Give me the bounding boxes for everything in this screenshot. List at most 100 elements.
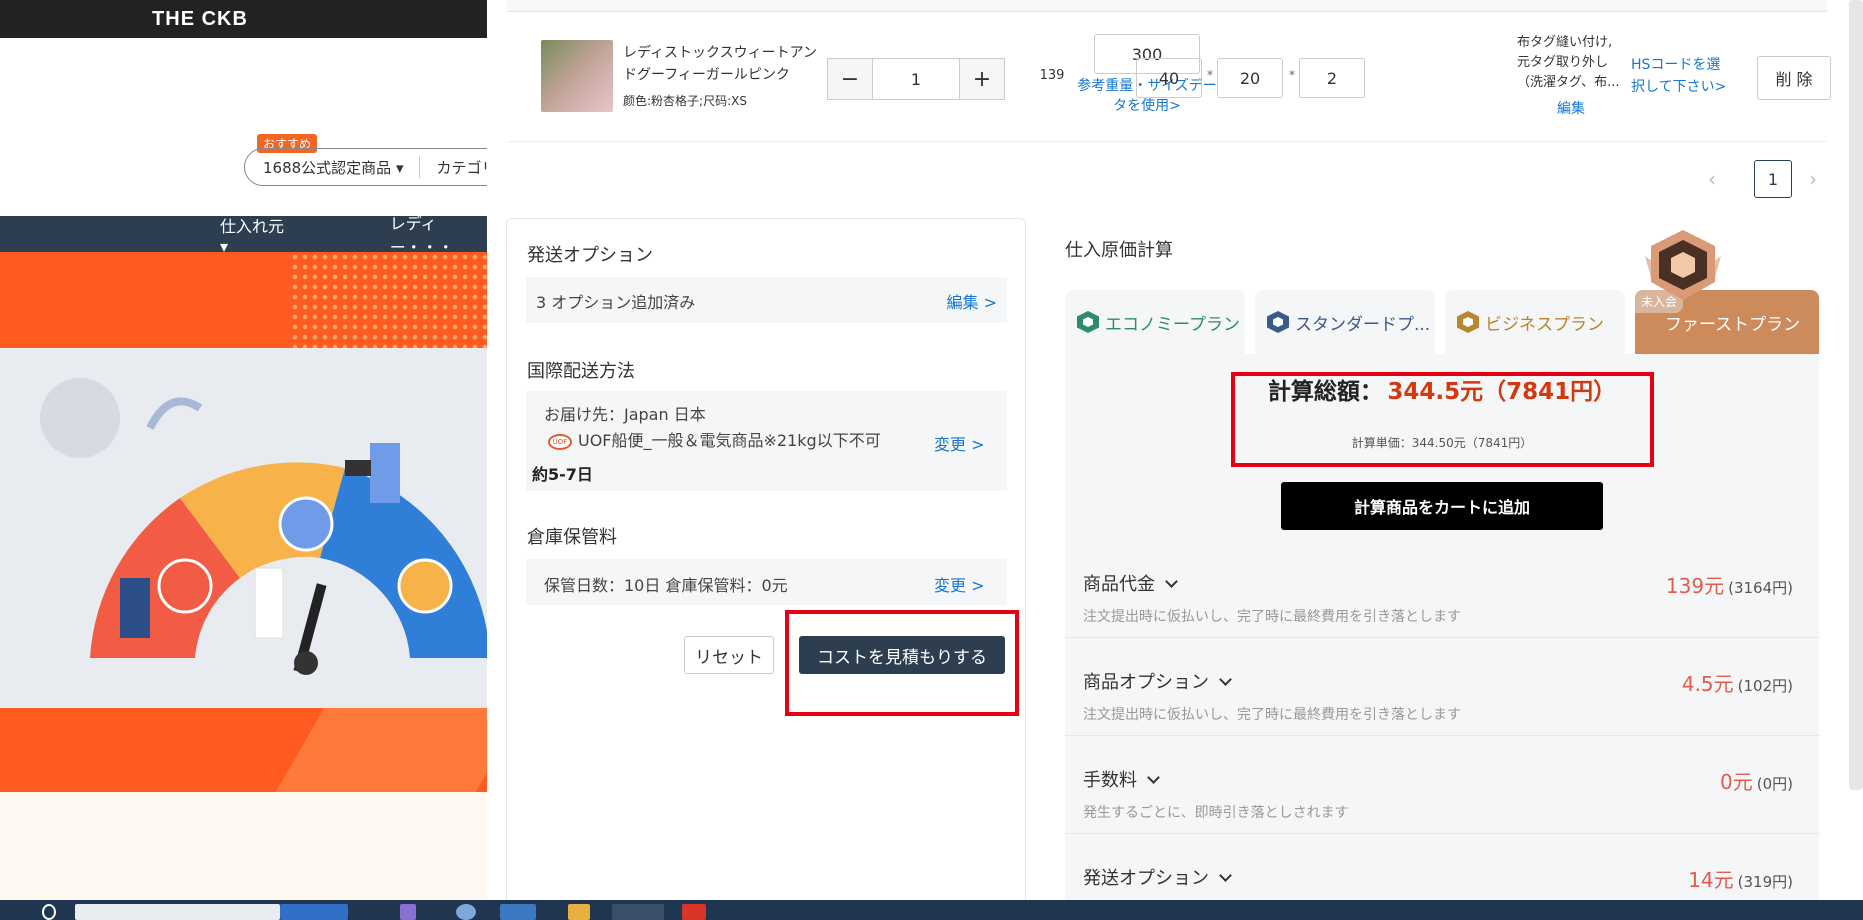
length-input[interactable]: 40 [1136,58,1202,98]
search-icon[interactable] [42,904,56,920]
chevron-down-icon[interactable] [1165,575,1178,588]
delete-button[interactable]: 削 除 [1757,56,1831,100]
shipping-options-edit-link[interactable]: 編集 > [947,289,998,313]
storage-fee-value: 保管日数：10日 倉庫保管料：0元 [544,576,788,595]
taskbar-search-button[interactable] [280,904,348,920]
promo-banner-bottom[interactable] [0,708,490,792]
nav-ladies[interactable]: レディー・・・ [390,210,490,258]
cost-row-desc: 発生するごとに、即時引き落としされます [1083,805,1349,821]
destination-text: お届け先：Japan 日本 [544,405,706,424]
cost-row-value: 0元 (0円) [1720,766,1793,795]
shipping-method-name: UOF船便_一般＆電気商品※21kg以下不可 [578,431,881,450]
app-icon[interactable] [400,904,416,920]
product-row: レディストックスウィートアンドグーフィーガールピンク 颜色:粉杏格子;尺码:XS… [507,28,1831,142]
intl-shipping-change-link[interactable]: 変更 > [934,431,985,455]
chevron-down-icon[interactable] [1219,869,1232,882]
cost-row-amount: 0元 [1720,770,1753,794]
tab-economy-plan[interactable]: エコノミープラン [1065,290,1245,354]
storage-change-link[interactable]: 変更 > [934,572,985,596]
cost-row-shipping-options[interactable]: 発送オプション 14元 (319円) [1065,850,1819,900]
site-header: THE CKB [0,0,490,38]
economy-plan-icon [1077,311,1099,333]
quantity-input[interactable]: 1 [872,59,960,99]
cost-calc-title: 仕入原価計算 [1065,240,1173,261]
quantity-minus-button[interactable]: − [828,59,872,99]
chrome-icon[interactable] [612,904,664,920]
add-to-cart-button[interactable]: 計算商品をカートに追加 [1281,482,1603,530]
cost-row-label: 商品代金 [1083,574,1155,595]
site-content-area [0,792,490,900]
cost-row-options[interactable]: 商品オプション 注文提出時に仮払いし、完了時に最終費用を引き落とします 4.5元… [1065,654,1819,736]
height-input[interactable]: 2 [1299,58,1365,98]
satisfaction-illustration [40,378,490,675]
page-1-button[interactable]: 1 [1754,160,1792,198]
page-next-button[interactable]: › [1809,160,1835,198]
illustration-banner[interactable] [0,348,490,708]
uof-logo-icon: UOF [548,433,572,450]
storage-fee-box: 保管日数：10日 倉庫保管料：0元 変更 > [526,559,1007,605]
cost-row-desc: 注文提出時に仮払いし、完了時に最終費用を引き落とします [1083,609,1461,625]
cost-row-label: 手数料 [1083,770,1137,791]
cost-row-amount: 4.5元 [1681,672,1734,696]
tab-standard-plan[interactable]: スタンダードプ... [1255,290,1435,354]
folder-icon[interactable] [568,904,590,920]
site-search-bar[interactable]: 1688公式認定商品 ▾ カテゴリ [244,148,490,186]
options-edit-link[interactable]: 編集 [1557,98,1585,118]
tab-business-plan[interactable]: ビジネスプラン [1445,290,1625,354]
highlight-box-estimate [785,610,1019,716]
shipping-options-card: 発送オプション 3 オプション追加済み 編集 > 国際配送方法 お届け先：Jap… [506,218,1026,900]
page-scrollbar[interactable] [1841,0,1863,900]
quantity-stepper: − 1 + [827,58,1005,100]
cost-row-value: 139元 (3164円) [1666,570,1793,599]
app-icon[interactable] [500,904,536,920]
cost-row-label: 商品オプション [1083,672,1209,693]
chevron-down-icon[interactable] [1219,673,1232,686]
width-input[interactable]: 20 [1217,58,1283,98]
business-plan-icon [1457,311,1479,333]
storage-fee-title: 倉庫保管料 [527,527,617,548]
cost-row-yen: (319円) [1737,873,1793,891]
dim-separator: * [1207,68,1213,82]
cost-row-yen: (0円) [1756,775,1793,793]
cost-row-name: 発送オプション [1083,864,1232,890]
dim-separator: * [1289,68,1295,82]
tab-business-label: ビジネスプラン [1485,314,1604,335]
shipping-options-value: 3 オプション追加済み [536,293,696,312]
cost-row-desc: 注文提出時に仮払いし、完了時に最終費用を引き落とします [1083,707,1461,723]
app-icon[interactable] [456,904,476,920]
product-thumbnail[interactable] [541,40,613,112]
nav-supplier[interactable]: 仕入れ元 ▾ [220,213,290,256]
site-nav: 仕入れ元 ▾ レディー・・・ [0,214,490,257]
intl-shipping-title: 国際配送方法 [527,361,635,382]
tab-economy-label: エコノミープラン [1105,314,1240,335]
promo-banner[interactable] [0,252,490,348]
product-variant: 颜色:粉杏格子;尺码:XS [623,94,747,108]
search-category[interactable]: カテゴリ [436,157,490,178]
cost-row-amount: 14元 [1688,868,1734,892]
site-logo[interactable]: THE CKB [152,8,248,31]
app-icon[interactable] [682,904,706,920]
cost-row-yen: (102円) [1737,677,1793,695]
background-site: THE CKB おすすめ 1688公式認定商品 ▾ カテゴリ 仕入れ元 ▾ レデ… [0,0,490,900]
chevron-down-icon[interactable] [1147,771,1160,784]
shipping-method-text: UOF UOF船便_一般＆電気商品※21kg以下不可 [548,427,968,455]
product-name[interactable]: レディストックスウィートアンドグーフィーガールピンク [623,42,823,86]
unit-price: 139 [1039,68,1065,83]
shipping-options-box: 3 オプション追加済み 編集 > [526,277,1007,323]
first-plan-medal-icon [1645,230,1721,300]
shipping-options-title: 発送オプション [527,245,653,266]
search-source-select[interactable]: 1688公式認定商品 ▾ [263,157,403,178]
reset-button[interactable]: リセット [684,636,774,674]
cost-row-amount: 139元 [1665,574,1725,598]
cost-row-name: 商品オプション [1083,668,1232,694]
standard-plan-icon [1267,311,1289,333]
os-taskbar [0,900,1863,920]
cost-row-yen: (3164円) [1728,579,1793,597]
page-prev-button[interactable]: ‹ [1708,160,1734,198]
hs-code-link[interactable]: HSコードを選択して下さい> [1631,54,1731,98]
cost-row-fee[interactable]: 手数料 発生するごとに、即時引き落としされます 0元 (0円) [1065,752,1819,834]
product-options-text: 布タグ縫い付け, 元タグ取り外し（洗濯タグ、布... [1517,35,1620,90]
quantity-plus-button[interactable]: + [960,59,1004,99]
taskbar-search-box[interactable] [75,904,280,920]
cost-row-product[interactable]: 商品代金 注文提出時に仮払いし、完了時に最終費用を引き落とします 139元 (31… [1065,556,1819,638]
